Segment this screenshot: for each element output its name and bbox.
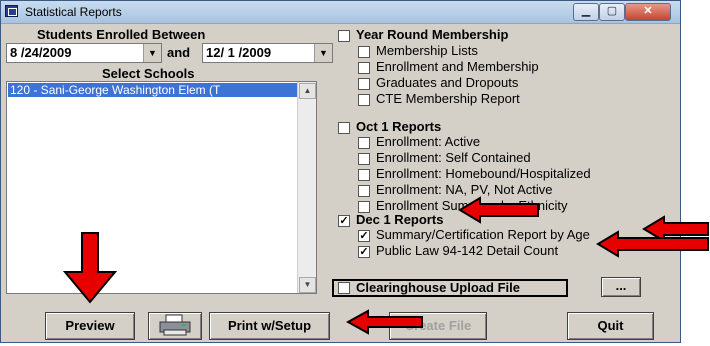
printer-button[interactable]: [148, 312, 202, 340]
enrolled-between-label: Students Enrolled Between: [37, 27, 206, 42]
summary-certification-checkbox[interactable]: ✓: [358, 230, 370, 242]
summary-certification-label: Summary/Certification Report by Age: [376, 227, 590, 242]
end-date-value: 12/ 1 /2009: [206, 45, 272, 60]
checkmark-icon: ✓: [359, 230, 369, 242]
year-round-label: Year Round Membership: [356, 27, 509, 42]
dec1-annotation-arrow-icon: [458, 196, 539, 224]
checkmark-icon: ✓: [359, 246, 369, 258]
enrollment-membership-checkbox[interactable]: [358, 62, 370, 74]
enrollment-homebound-checkbox[interactable]: [358, 169, 370, 181]
minimize-icon: ▁: [581, 5, 591, 17]
start-date-field[interactable]: 8 /24/2009 ▼: [6, 43, 162, 63]
select-schools-label: Select Schools: [102, 66, 195, 81]
close-icon: ✕: [643, 5, 653, 17]
scroll-up-arrow-icon[interactable]: ▲: [299, 83, 316, 99]
enrollment-membership-label: Enrollment and Membership: [376, 59, 539, 74]
enrollment-not-active-label: Enrollment: NA, PV, Not Active: [376, 182, 553, 197]
print-setup-annotation-arrow-icon: [346, 309, 423, 335]
enrollment-active-checkbox[interactable]: [358, 137, 370, 149]
public-law-label: Public Law 94-142 Detail Count: [376, 243, 559, 258]
preview-button[interactable]: Preview: [45, 312, 135, 340]
title-bar[interactable]: Statistical Reports ▁ ▢ ✕: [1, 1, 680, 24]
browse-button[interactable]: ...: [601, 277, 641, 297]
enrollment-active-label: Enrollment: Active: [376, 134, 481, 149]
end-date-field[interactable]: 12/ 1 /2009 ▼: [202, 43, 333, 63]
cte-membership-label: CTE Membership Report: [376, 91, 520, 106]
maximize-icon: ▢: [606, 5, 618, 17]
chevron-down-icon[interactable]: ▼: [314, 44, 332, 62]
checkmark-icon: ✓: [339, 215, 349, 227]
school-list-item[interactable]: 120 - Sani-George Washington Elem (T: [8, 83, 298, 97]
public-law-annotation-arrow-icon: [596, 230, 709, 258]
dec1-reports-checkbox[interactable]: ✓: [338, 215, 350, 227]
membership-lists-checkbox[interactable]: [358, 46, 370, 58]
and-label: and: [167, 45, 191, 60]
scroll-down-arrow-icon[interactable]: ▼: [299, 277, 316, 293]
app-icon: [5, 5, 18, 17]
cte-membership-checkbox[interactable]: [358, 94, 370, 106]
public-law-checkbox[interactable]: ✓: [358, 246, 370, 258]
enrollment-self-contained-checkbox[interactable]: [358, 153, 370, 165]
close-button[interactable]: ✕: [625, 3, 671, 21]
preview-annotation-arrow-icon: [62, 232, 118, 304]
clearinghouse-label: Clearinghouse Upload File: [356, 280, 520, 295]
schools-listbox[interactable]: 120 - Sani-George Washington Elem (T ▲ ▼: [6, 81, 317, 294]
minimize-button[interactable]: ▁: [573, 3, 599, 21]
window-title: Statistical Reports: [25, 5, 122, 19]
clearinghouse-checkbox[interactable]: [338, 282, 350, 294]
start-date-value: 8 /24/2009: [10, 45, 72, 60]
chevron-down-icon[interactable]: ▼: [143, 44, 161, 62]
listbox-scrollbar[interactable]: ▲ ▼: [297, 82, 316, 293]
enrollment-self-contained-label: Enrollment: Self Contained: [376, 150, 531, 165]
year-round-checkbox[interactable]: [338, 30, 350, 42]
oct1-reports-checkbox[interactable]: [338, 122, 350, 134]
dec1-reports-label: Dec 1 Reports: [356, 212, 444, 227]
graduates-dropouts-checkbox[interactable]: [358, 78, 370, 90]
quit-button[interactable]: Quit: [567, 312, 654, 340]
print-setup-button[interactable]: Print w/Setup: [209, 312, 330, 340]
printer-icon: [159, 314, 191, 336]
oct1-reports-label: Oct 1 Reports: [356, 119, 442, 134]
graduates-dropouts-label: Graduates and Dropouts: [376, 75, 519, 90]
membership-lists-label: Membership Lists: [376, 43, 478, 58]
maximize-button[interactable]: ▢: [599, 3, 625, 21]
enrollment-not-active-checkbox[interactable]: [358, 185, 370, 197]
enrollment-homebound-label: Enrollment: Homebound/Hospitalized: [376, 166, 591, 181]
